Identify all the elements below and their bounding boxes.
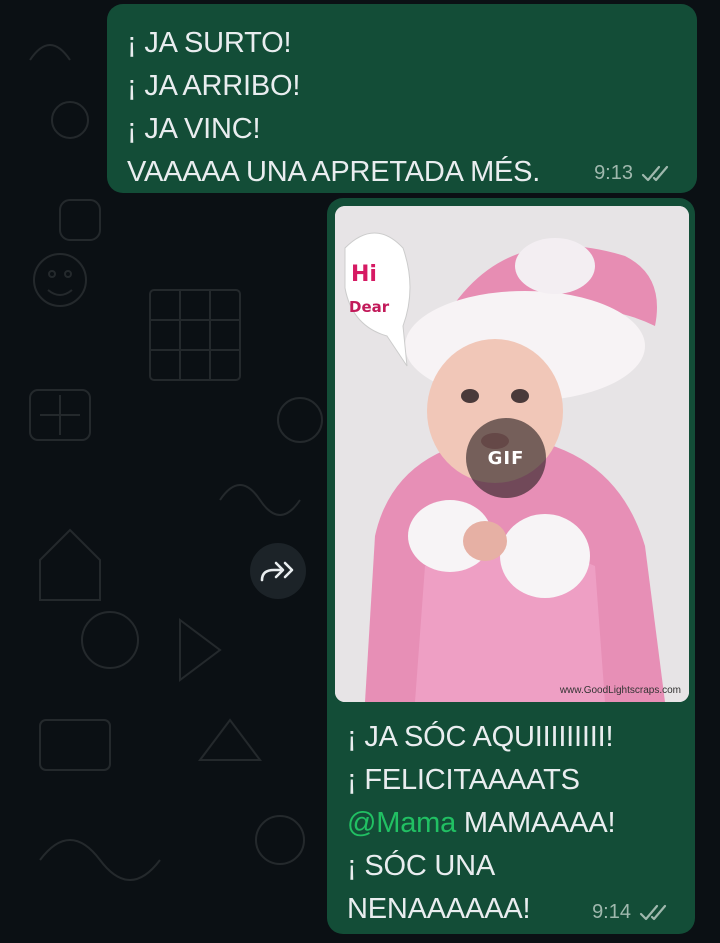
image-watermark: www.GoodLightscraps.com	[559, 685, 681, 696]
forward-button[interactable]	[250, 543, 306, 599]
message-bubble-outgoing[interactable]: ¡ JA SURTO! ¡ JA ARRIBO! ¡ JA VINC! VAAA…	[107, 4, 697, 193]
message-time: 9:13	[594, 162, 633, 184]
message-meta: 9:14	[592, 901, 675, 924]
speech-bubble-text-dear: Dear	[349, 298, 390, 316]
double-check-icon	[639, 904, 667, 920]
forward-icon	[260, 561, 294, 582]
message-text: ¡ JA SURTO! ¡ JA ARRIBO! ¡ JA VINC! VAAA…	[127, 27, 541, 188]
gif-media[interactable]: Hi Dear www.GoodLightscraps.com GIF	[335, 206, 689, 702]
double-check-icon	[641, 165, 669, 181]
message-text: ¡ JA SÓC AQUIIIIIIIII! ¡ FELICITAAAATS @…	[347, 721, 616, 925]
mention-link[interactable]: @Mama	[347, 807, 456, 839]
message-meta: 9:13	[594, 162, 677, 185]
gif-play-badge[interactable]: GIF	[466, 418, 546, 498]
message-bubble-outgoing-gif[interactable]: Hi Dear www.GoodLightscraps.com GIF ¡ JA…	[327, 198, 695, 934]
speech-bubble-text-hi: Hi	[351, 262, 377, 287]
message-time: 9:14	[592, 901, 631, 923]
